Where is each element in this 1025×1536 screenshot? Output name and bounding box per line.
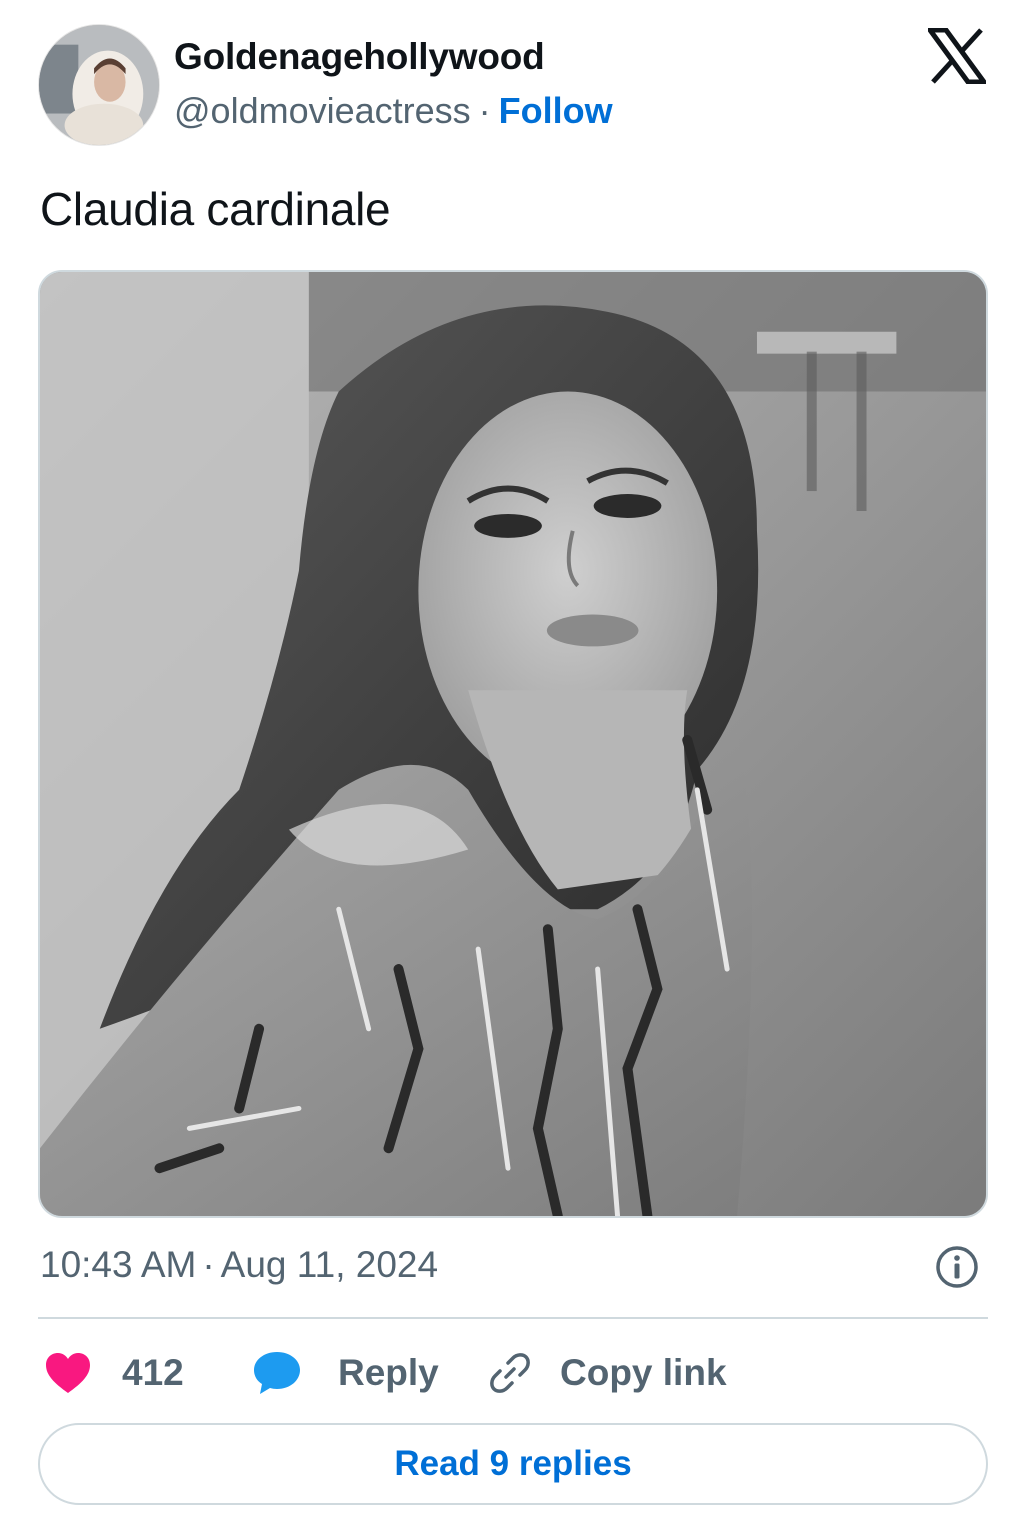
- divider: [38, 1317, 988, 1319]
- heart-icon: [46, 1353, 90, 1393]
- separator-dot: ·: [478, 90, 491, 131]
- avatar[interactable]: [38, 24, 160, 146]
- display-name[interactable]: Goldenagehollywood: [174, 36, 545, 78]
- read-replies-button[interactable]: Read 9 replies: [38, 1423, 988, 1505]
- like-button[interactable]: 412: [44, 1345, 184, 1401]
- handle-row: @oldmovieactress · Follow: [174, 90, 613, 132]
- separator-dot: ·: [202, 1244, 215, 1285]
- reply-label: Reply: [338, 1352, 439, 1393]
- info-icon[interactable]: [934, 1244, 980, 1290]
- x-logo-icon[interactable]: [925, 27, 989, 85]
- tweet-photo[interactable]: [38, 270, 988, 1218]
- tweet-date: Aug 11, 2024: [220, 1244, 439, 1285]
- tweet-text: Claudia cardinale: [40, 183, 391, 235]
- avatar-image: [39, 25, 159, 145]
- tweet-card: Goldenagehollywood @oldmovieactress · Foll…: [0, 0, 1025, 1536]
- like-count: 412: [122, 1352, 184, 1393]
- copy-link-button[interactable]: Copy link: [486, 1345, 727, 1401]
- follow-button[interactable]: Follow: [499, 90, 613, 131]
- tweet-timestamp[interactable]: 10:43 AM · Aug 11, 2024: [40, 1244, 438, 1286]
- user-handle[interactable]: @oldmovieactress: [174, 90, 471, 131]
- link-icon: [490, 1353, 530, 1393]
- tweet-time: 10:43 AM: [40, 1244, 197, 1285]
- speech-bubble-icon: [254, 1352, 300, 1394]
- reply-button[interactable]: Reply: [252, 1345, 439, 1401]
- copy-link-label: Copy link: [560, 1352, 727, 1393]
